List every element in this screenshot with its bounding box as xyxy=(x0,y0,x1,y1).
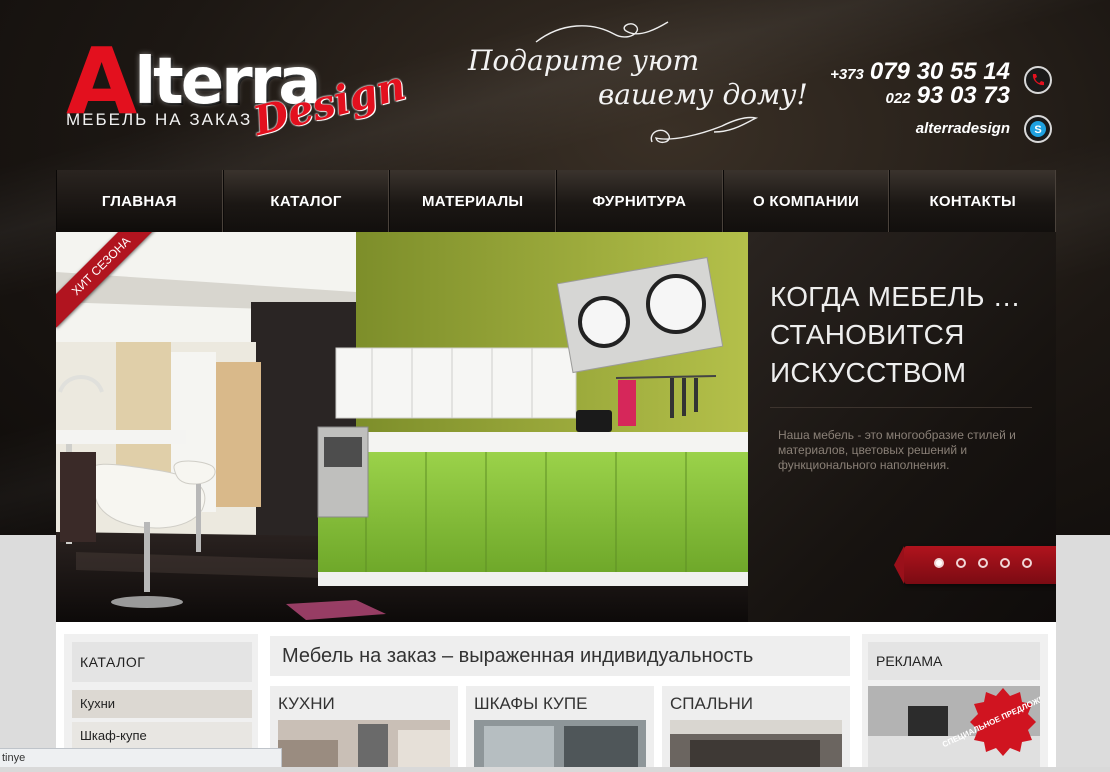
flourish-bottom-ornament xyxy=(650,116,759,144)
catalog-item-wardrobes[interactable]: Шкаф-купе xyxy=(72,722,252,750)
hero-slider: ХИТ СЕЗОНА КОГДА МЕБЕЛЬ … СТАНОВИТСЯ ИСК… xyxy=(56,232,1056,622)
tile-wardrobes[interactable]: ШКАФЫ КУПЕ xyxy=(466,686,654,767)
slogan-line-2: вашему дому! xyxy=(598,78,808,111)
tile-kitchens-image xyxy=(278,720,450,767)
skype-handle[interactable]: alterradesign xyxy=(916,120,1010,137)
nav-item-about[interactable]: О КОМПАНИИ xyxy=(722,170,890,232)
kitchen-photo xyxy=(56,232,748,622)
phone-landline-prefix: 022 xyxy=(885,90,911,107)
main-navigation: ГЛАВНАЯ КАТАЛОГ МАТЕРИАЛЫ ФУРНИТУРА О КО… xyxy=(56,170,1057,232)
ad-banner[interactable]: СПЕЦИАЛЬНОЕ ПРЕДЛОЖЕНИЕ xyxy=(868,686,1062,767)
logo-tagline: МЕБЕЛЬ НА ЗАКАЗ xyxy=(66,110,253,129)
nav-item-catalog[interactable]: КАТАЛОГ xyxy=(222,170,390,232)
slide-title: КОГДА МЕБЕЛЬ … СТАНОВИТСЯ ИСКУССТВОМ xyxy=(770,281,1021,388)
slogan: Подарите уют вашему дому! xyxy=(462,21,808,152)
ads-sidebar: РЕКЛАМА СПЕЦИАЛЬНОЕ ПРЕДЛОЖЕНИЕ xyxy=(862,634,1062,767)
nav-item-contacts[interactable]: КОНТАКТЫ xyxy=(889,170,1057,232)
slogan-line-1: Подарите уют xyxy=(468,44,700,77)
browser-status-bar: tinye xyxy=(0,748,282,767)
tile-wardrobes-title: ШКАФЫ КУПЕ xyxy=(474,694,588,713)
main-column: Мебель на заказ – выраженная индивидуаль… xyxy=(268,634,852,767)
phone-landline-number: 93 03 73 xyxy=(916,82,1010,109)
main-heading: Мебель на заказ – выраженная индивидуаль… xyxy=(270,636,850,676)
slider-pagination xyxy=(894,546,1056,584)
nav-item-hardware[interactable]: ФУРНИТУРА xyxy=(556,170,723,232)
slider-dot-3[interactable] xyxy=(978,558,988,568)
nav-item-materials[interactable]: МАТЕРИАЛЫ xyxy=(389,170,557,232)
contact-block: +373 079 30 55 14 022 93 03 73 alterradesi… xyxy=(792,58,1052,158)
slider-dot-2[interactable] xyxy=(956,558,966,568)
slider-dot-1[interactable] xyxy=(934,558,944,568)
catalog-item-kitchens[interactable]: Кухни xyxy=(72,690,252,718)
svg-text:S: S xyxy=(1034,124,1041,136)
nav-item-home[interactable]: ГЛАВНАЯ xyxy=(56,170,223,232)
tile-kitchens-title: КУХНИ xyxy=(278,694,335,713)
tile-wardrobes-image xyxy=(474,720,646,767)
ad-banner-image: СПЕЦИАЛЬНОЕ ПРЕДЛОЖЕНИЕ xyxy=(868,686,1062,767)
flourish-top-ornament xyxy=(535,21,669,43)
skype-icon[interactable]: S xyxy=(1024,115,1052,143)
content-area: КАТАЛОГ Кухни Шкаф-купе Мебель на заказ … xyxy=(56,622,1062,767)
tile-bedrooms-image xyxy=(670,720,842,767)
slide-divider xyxy=(770,407,1032,408)
catalog-heading: КАТАЛОГ xyxy=(72,642,252,682)
site-logo[interactable]: Alterra Design МЕБЕЛЬ НА ЗАКАЗ xyxy=(62,18,422,150)
slider-dot-5[interactable] xyxy=(1022,558,1032,568)
phone-mobile-number: 079 30 55 14 xyxy=(869,58,1010,85)
phone-icon[interactable] xyxy=(1024,66,1052,94)
phone-mobile-prefix: +373 xyxy=(830,66,864,83)
slide-description: Наша мебель - это многообразие стилей и … xyxy=(778,428,1016,472)
tile-kitchens[interactable]: КУХНИ xyxy=(270,686,458,767)
tile-bedrooms-title: СПАЛЬНИ xyxy=(670,694,754,713)
ads-heading: РЕКЛАМА xyxy=(868,642,1040,680)
phone-landline[interactable]: 022 93 03 73 xyxy=(886,82,1010,110)
slider-dot-4[interactable] xyxy=(1000,558,1010,568)
tile-bedrooms[interactable]: СПАЛЬНИ xyxy=(662,686,850,767)
